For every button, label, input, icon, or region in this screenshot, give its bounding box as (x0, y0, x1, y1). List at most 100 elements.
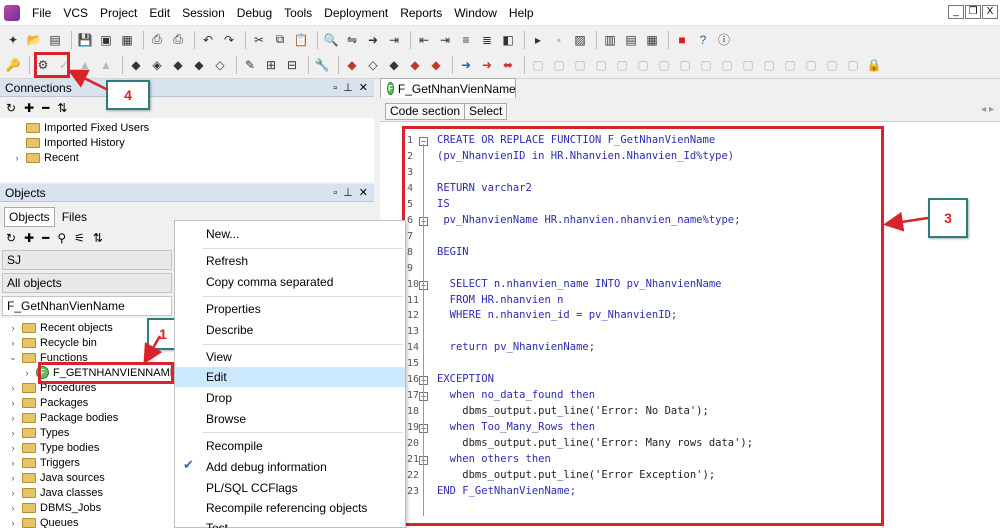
tab-files[interactable]: Files (57, 207, 92, 227)
select-button[interactable]: Select (464, 103, 508, 120)
menu-tools[interactable]: Tools (278, 3, 318, 23)
tree-item-java-classes[interactable]: › Java classes (8, 485, 103, 500)
refresh-icon[interactable]: ↻ (6, 101, 16, 115)
open-folder-icon[interactable]: 📂 (25, 31, 43, 49)
help-icon[interactable]: ? (694, 31, 712, 49)
menu-project[interactable]: Project (94, 3, 143, 23)
tree-item-imported-fixed-users[interactable]: Imported Fixed Users (12, 120, 149, 135)
paste-icon[interactable]: 📋 (292, 31, 310, 49)
grid-icon[interactable]: ▦ (643, 31, 661, 49)
menu-item-describe[interactable]: Describe (175, 320, 405, 340)
close-button[interactable]: X (982, 5, 998, 19)
block11-icon[interactable]: ▢ (823, 56, 841, 74)
menu-file[interactable]: File (26, 3, 57, 23)
replace-icon[interactable]: ⇋ (343, 31, 361, 49)
block-icon[interactable]: ▢ (613, 56, 631, 74)
menu-deployment[interactable]: Deployment (318, 3, 394, 23)
step-into-icon[interactable]: ➜ (478, 56, 496, 74)
block12-icon[interactable]: ▢ (844, 56, 862, 74)
indent-icon[interactable]: ⇤ (415, 31, 433, 49)
step-icon[interactable]: ◆ (406, 56, 424, 74)
sort-icon[interactable]: ⇅ (93, 231, 103, 245)
report-icon[interactable]: ◇ (211, 56, 229, 74)
minimize-button[interactable]: _ (948, 5, 964, 19)
tree-item-package-bodies[interactable]: › Package bodies (8, 410, 119, 425)
panel-restore-icon[interactable]: ▫ (333, 79, 337, 97)
menu-debug[interactable]: Debug (231, 3, 278, 23)
undo-icon[interactable]: ↶ (199, 31, 217, 49)
tree-item-packages[interactable]: › Packages (8, 395, 89, 410)
find-next-icon[interactable]: ⇥ (385, 31, 403, 49)
fold-icon[interactable]: ▢ (529, 56, 547, 74)
tree-item-types[interactable]: › Types (8, 425, 70, 440)
block3-icon[interactable]: ▢ (655, 56, 673, 74)
cascade-icon[interactable]: ▤ (622, 31, 640, 49)
menu-item-properties[interactable]: Properties (175, 299, 405, 319)
execute-icon[interactable]: ▸ (529, 31, 547, 49)
beautify-icon[interactable]: ✎ (241, 56, 259, 74)
tree-item-java-sources[interactable]: › Java sources (8, 470, 105, 485)
menu-item-recompile[interactable]: Recompile (175, 436, 405, 456)
users-icon[interactable]: ▲ (97, 56, 115, 74)
menu-item-add-debug-information[interactable]: ✔ Add debug information (175, 457, 405, 477)
window-list-icon[interactable]: ▤ (46, 31, 64, 49)
filter-icon[interactable]: ⚟ (74, 231, 85, 245)
menu-item-recompile-referencing[interactable]: Recompile referencing objects (175, 498, 405, 518)
object-search-input[interactable]: F_GetNhanVienName (2, 296, 172, 316)
add-icon[interactable]: ✚ (24, 101, 34, 115)
find-icon[interactable]: 🔍 (322, 31, 340, 49)
print-setup-icon[interactable]: ⎙ (169, 31, 187, 49)
line-up-icon[interactable]: ▢ (571, 56, 589, 74)
menu-reports[interactable]: Reports (394, 3, 448, 23)
redo-icon[interactable]: ↷ (220, 31, 238, 49)
tree-item-triggers[interactable]: › Triggers (8, 455, 80, 470)
command-window-icon[interactable]: ◆ (190, 56, 208, 74)
filter-select[interactable]: All objects (2, 273, 172, 293)
tree-item-recent[interactable]: › Recent (12, 150, 79, 165)
tab-objects[interactable]: Objects (4, 207, 55, 227)
tree-item-queues[interactable]: › Queues (8, 515, 79, 528)
refresh-icon[interactable]: ↻ (6, 231, 16, 245)
goto-icon[interactable]: ➜ (364, 31, 382, 49)
eraser-icon[interactable]: ◇ (364, 56, 382, 74)
step-over-icon[interactable]: ◆ (427, 56, 445, 74)
step-out-icon[interactable]: ⬌ (499, 56, 517, 74)
break-icon[interactable]: ▪ (550, 31, 568, 49)
tree-item-recycle-bin[interactable]: › Recycle bin (8, 335, 97, 350)
lock-icon[interactable]: 🔒 (865, 56, 883, 74)
scroll-tabs-icon[interactable]: ◂ ▸ (981, 104, 994, 115)
block5-icon[interactable]: ▢ (697, 56, 715, 74)
code-section-button[interactable]: Code section (385, 103, 466, 120)
info-icon[interactable]: ⓘ (715, 31, 733, 49)
pin-icon[interactable]: ⊥ (343, 79, 353, 97)
compare-icon[interactable]: ⊞ (262, 56, 280, 74)
remove-icon[interactable]: ━ (42, 231, 49, 245)
sql-window-icon[interactable]: ◆ (127, 56, 145, 74)
menu-edit[interactable]: Edit (143, 3, 176, 23)
block10-icon[interactable]: ▢ (802, 56, 820, 74)
block6-icon[interactable]: ▢ (718, 56, 736, 74)
menu-session[interactable]: Session (176, 3, 231, 23)
test-window-icon[interactable]: ◆ (169, 56, 187, 74)
cut-icon[interactable]: ✂ (250, 31, 268, 49)
copy-icon[interactable]: ⧉ (271, 31, 289, 49)
print-icon[interactable]: ⎙ (148, 31, 166, 49)
add-icon[interactable]: ✚ (24, 231, 34, 245)
export-icon[interactable]: ⊟ (283, 56, 301, 74)
find-icon[interactable]: ⚲ (57, 231, 66, 245)
menu-item-copy-comma-separated[interactable]: Copy comma separated (175, 272, 405, 292)
key-icon[interactable]: 🔑 (4, 56, 22, 74)
menu-item-test[interactable]: Test (175, 518, 405, 528)
menu-item-browse[interactable]: Browse (175, 409, 405, 429)
menu-item-view[interactable]: View (175, 347, 405, 367)
menu-item-edit[interactable]: Edit (175, 367, 405, 387)
outdent-icon[interactable]: ⇥ (436, 31, 454, 49)
menu-vcs[interactable]: VCS (57, 3, 94, 23)
tile-icon[interactable]: ▥ (601, 31, 619, 49)
save-icon[interactable]: 💾 (76, 31, 94, 49)
unfold-icon[interactable]: ▢ (550, 56, 568, 74)
menu-item-drop[interactable]: Drop (175, 388, 405, 408)
line-down-icon[interactable]: ▢ (592, 56, 610, 74)
comment-icon[interactable]: ≡ (457, 31, 475, 49)
stop-icon[interactable]: ■ (673, 31, 691, 49)
